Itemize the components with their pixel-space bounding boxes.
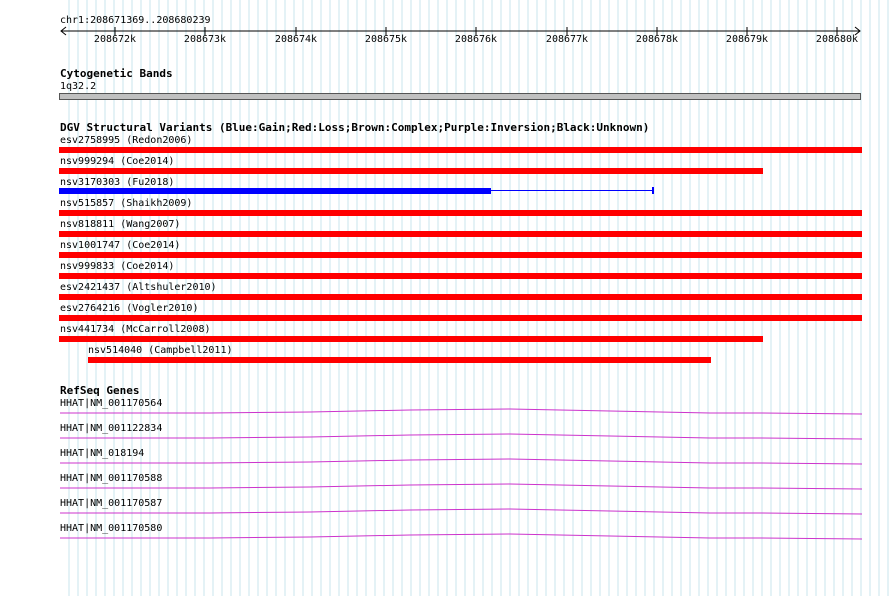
gene-model-line[interactable] <box>60 408 863 415</box>
gene-models <box>60 408 863 540</box>
gene-model-line[interactable] <box>60 508 863 515</box>
gene-model-line[interactable] <box>60 433 863 440</box>
gene-model-line[interactable] <box>60 458 863 465</box>
genome-browser-panel: chr1:208671369..208680239 208672k 208673k… <box>0 0 890 596</box>
gene-model-line[interactable] <box>60 483 863 490</box>
gene-model-line[interactable] <box>60 533 863 540</box>
